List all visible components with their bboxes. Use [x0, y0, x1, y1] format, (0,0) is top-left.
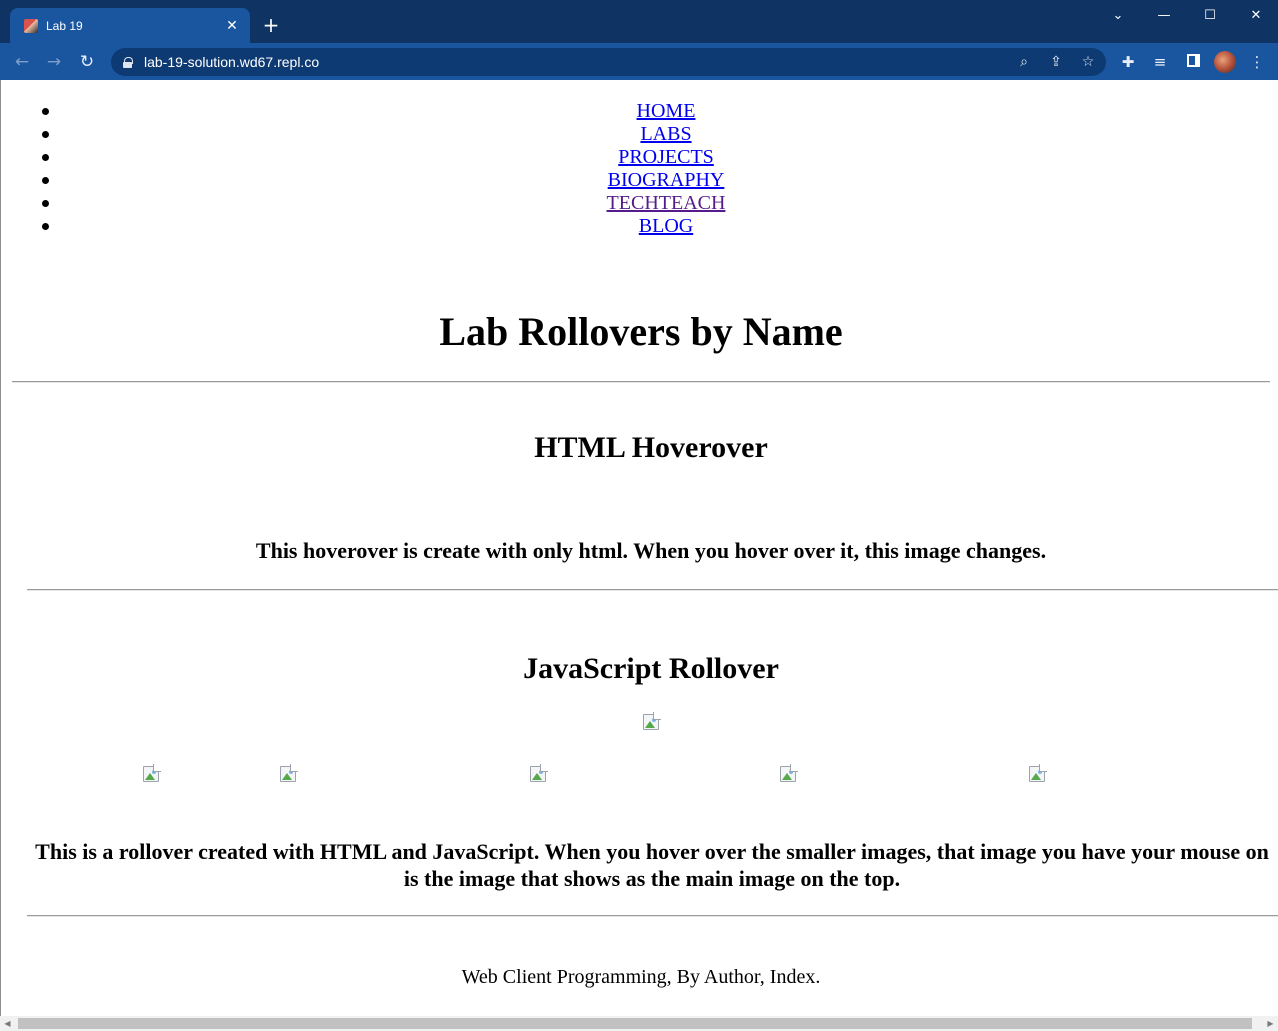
page-content: HOME LABS PROJECTS BIOGRAPHY TECHTEACH B…: [0, 80, 1278, 1016]
nav-link-home[interactable]: HOME: [637, 100, 696, 122]
rollover-thumbnail-5[interactable]: [1027, 764, 1047, 784]
lock-icon[interactable]: [123, 56, 133, 68]
rollover-thumbnail-4[interactable]: [778, 764, 798, 784]
share-icon[interactable]: ⇪: [1045, 51, 1067, 73]
js-rollover-heading: JavaScript Rollover: [523, 652, 779, 685]
site-nav: HOME LABS PROJECTS BIOGRAPHY TECHTEACH B…: [1, 100, 1278, 238]
profile-avatar[interactable]: [1214, 51, 1236, 73]
rollover-thumbnail-1[interactable]: [141, 764, 161, 784]
scrollbar-thumb[interactable]: [18, 1018, 1252, 1029]
search-tabs-icon[interactable]: ⌄: [1103, 4, 1133, 28]
new-tab-button[interactable]: +: [260, 14, 282, 36]
main-rollover-image: [641, 712, 661, 732]
browser-tab[interactable]: Lab 19 ✕: [10, 8, 250, 43]
back-arrow-icon[interactable]: ←: [9, 49, 35, 75]
nav-item-techteach: TECHTEACH: [1, 192, 1278, 215]
side-panel-icon[interactable]: [1187, 54, 1200, 67]
extensions-icon[interactable]: ✚: [1116, 50, 1140, 74]
divider: [27, 915, 1278, 917]
minimize-button[interactable]: —: [1149, 4, 1179, 28]
nav-link-biography[interactable]: BIOGRAPHY: [608, 169, 725, 191]
horizontal-scrollbar[interactable]: ◀ ▶: [0, 1016, 1278, 1031]
maximize-button[interactable]: ☐: [1195, 4, 1225, 28]
tab-title: Lab 19: [46, 18, 83, 33]
js-rollover-description: This is a rollover created with HTML and…: [35, 839, 1269, 891]
divider: [27, 589, 1278, 591]
close-window-button[interactable]: ✕: [1241, 4, 1271, 28]
browser-menu-icon[interactable]: ⋮: [1245, 50, 1269, 74]
html-hoverover-description: This hoverover is create with only html.…: [255, 538, 1047, 563]
site-favicon-icon: [24, 18, 38, 33]
tab-close-icon[interactable]: ✕: [224, 17, 240, 34]
nav-link-projects[interactable]: PROJECTS: [618, 146, 714, 168]
nav-item-biography: BIOGRAPHY: [1, 169, 1278, 192]
nav-link-blog[interactable]: BLOG: [639, 215, 693, 237]
scroll-right-arrow-icon[interactable]: ▶: [1263, 1016, 1278, 1031]
divider: [12, 381, 1270, 383]
nav-link-techteach[interactable]: TECHTEACH: [607, 192, 726, 214]
zoom-icon[interactable]: ⌕: [1013, 51, 1035, 73]
scroll-left-arrow-icon[interactable]: ◀: [0, 1016, 15, 1031]
nav-link-labs[interactable]: LABS: [640, 123, 691, 145]
url-text[interactable]: lab-19-solution.wd67.repl.co: [144, 54, 319, 70]
nav-item-labs: LABS: [1, 123, 1278, 146]
reading-list-icon[interactable]: ≡: [1148, 50, 1172, 74]
rollover-thumbnail-2[interactable]: [278, 764, 298, 784]
forward-arrow-icon[interactable]: →: [41, 49, 67, 75]
html-hoverover-heading: HTML Hoverover: [534, 431, 768, 464]
rollover-thumbnail-3[interactable]: [528, 764, 548, 784]
page-footer: Web Client Programming, By Author, Index…: [461, 966, 821, 988]
browser-titlebar: Lab 19 ✕ + ⌄ — ☐ ✕: [0, 0, 1278, 43]
nav-item-blog: BLOG: [1, 215, 1278, 238]
bookmark-star-icon[interactable]: ☆: [1077, 51, 1099, 73]
browser-toolbar: ← → ↻ lab-19-solution.wd67.repl.co ⌕ ⇪ ☆…: [0, 43, 1278, 80]
address-bar[interactable]: lab-19-solution.wd67.repl.co ⌕ ⇪ ☆: [111, 48, 1106, 76]
page-title: Lab Rollovers by Name: [439, 309, 843, 354]
reload-icon[interactable]: ↻: [74, 49, 100, 75]
nav-item-home: HOME: [1, 100, 1278, 123]
nav-item-projects: PROJECTS: [1, 146, 1278, 169]
